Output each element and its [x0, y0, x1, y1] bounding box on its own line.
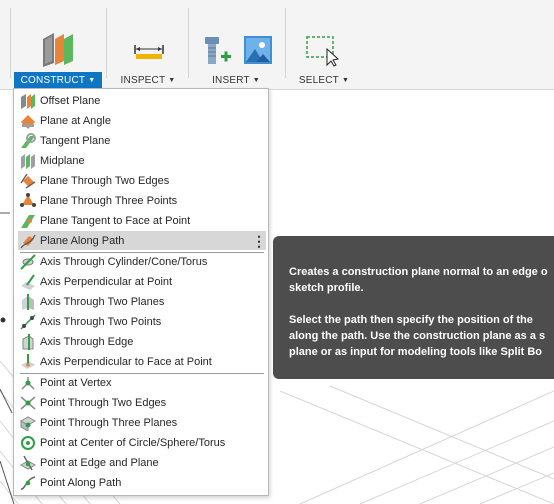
plane-tangent-face-icon	[21, 214, 35, 228]
menu-item-tangent-plane[interactable]: Tangent Plane	[18, 131, 266, 150]
plane-three-points-icon	[20, 192, 36, 207]
tooltip-plane-along-path: Creates a construction plane normal to a…	[273, 236, 554, 379]
plane-along-path-icon	[20, 234, 36, 248]
tooltip-text: Creates a construction plane normal to a…	[289, 266, 548, 278]
axis-edge-icon	[22, 333, 34, 350]
menu-item-axis-perpendicular-point[interactable]: Axis Perpendicular at Point	[18, 272, 266, 291]
insert-menu-button[interactable]: INSERT ▼	[200, 72, 272, 88]
menu-item-label: Axis Perpendicular at Point	[40, 275, 173, 288]
point-along-path-icon	[20, 475, 36, 490]
menu-item-label: Axis Through Two Planes	[40, 295, 165, 308]
toolbar-separator	[285, 8, 286, 78]
menu-item-label: Point at Edge and Plane	[40, 456, 159, 469]
menu-item-label: Tangent Plane	[40, 134, 111, 147]
point-three-planes-icon	[20, 415, 36, 431]
tooltip-text: along the path. Use the construction pla…	[289, 330, 546, 342]
point-edge-plane-icon	[20, 455, 36, 470]
measure-icon[interactable]	[133, 42, 165, 60]
axis-perpendicular-point-icon	[21, 273, 35, 290]
menu-item-axis-perpendicular-face[interactable]: Axis Perpendicular to Face at Point	[18, 352, 266, 371]
toolbar-separator	[10, 8, 11, 78]
construct-offset-plane-icon[interactable]	[40, 31, 76, 67]
axis-cylinder-icon	[20, 253, 36, 270]
insert-image-icon[interactable]	[243, 35, 273, 65]
tooltip-text: plane or as input for modeling tools lik…	[289, 346, 543, 358]
more-options-icon[interactable]: ⋮	[252, 234, 266, 248]
insert-mesh-icon[interactable]	[202, 35, 232, 67]
menu-item-axis-cylinder[interactable]: Axis Through Cylinder/Cone/Torus	[18, 252, 266, 271]
menu-item-plane-two-edges[interactable]: Plane Through Two Edges	[18, 171, 266, 190]
menu-item-label: Point Through Three Planes	[40, 416, 178, 429]
toolbar-separator	[106, 8, 107, 78]
menu-item-point-center[interactable]: Point at Center of Circle/Sphere/Torus	[18, 433, 266, 452]
toolbar-separator	[188, 8, 189, 78]
menu-item-label: Midplane	[40, 154, 85, 167]
menu-item-label: Axis Through Cylinder/Cone/Torus	[40, 255, 208, 268]
menu-item-label: Plane Along Path	[40, 234, 125, 247]
axis-two-planes-icon	[22, 293, 34, 310]
menu-item-axis-two-points[interactable]: Axis Through Two Points	[18, 312, 266, 331]
menu-item-label: Axis Through Two Points	[40, 315, 162, 328]
midplane-icon	[21, 153, 35, 169]
axis-perpendicular-face-icon	[21, 353, 35, 369]
plane-two-edges-icon	[20, 173, 36, 189]
menu-item-label: Plane Through Two Edges	[40, 174, 170, 187]
select-menu-button[interactable]: SELECT ▼	[288, 72, 360, 88]
point-vertex-icon	[21, 376, 35, 390]
tooltip-text: sketch profile.	[289, 282, 364, 294]
menu-item-point-edge-plane[interactable]: Point at Edge and Plane	[18, 453, 266, 472]
menu-item-label: Plane Tangent to Face at Point	[40, 214, 191, 227]
menu-item-label: Offset Plane	[40, 94, 101, 107]
menu-item-plane-at-angle[interactable]: Plane at Angle	[18, 111, 266, 130]
menu-item-plane-three-points[interactable]: Plane Through Three Points	[18, 191, 266, 210]
menu-item-point-vertex[interactable]: Point at Vertex	[18, 373, 266, 392]
point-two-edges-icon	[20, 395, 36, 410]
menu-item-label: Point at Vertex	[40, 376, 112, 389]
tooltip-text: Select the path then specify the positio…	[289, 314, 533, 326]
inspect-menu-button[interactable]: INSPECT ▼	[112, 72, 184, 88]
menu-item-label: Point Along Path	[40, 476, 122, 489]
construct-dropdown-menu: Offset Plane Plane at Angle Tangent Plan…	[13, 88, 269, 496]
menu-item-label: Axis Through Edge	[40, 335, 134, 348]
sketch-point	[0, 317, 6, 323]
menu-item-label: Plane at Angle	[40, 114, 111, 127]
menu-item-point-along-path[interactable]: Point Along Path	[18, 473, 266, 492]
menu-item-label: Point at Center of Circle/Sphere/Torus	[40, 436, 226, 449]
menu-item-label: Point Through Two Edges	[40, 396, 167, 409]
menu-item-midplane[interactable]: Midplane	[18, 151, 266, 170]
menu-item-axis-two-planes[interactable]: Axis Through Two Planes	[18, 292, 266, 311]
menu-item-plane-along-path[interactable]: Plane Along Path ⋮	[18, 231, 266, 250]
toolbar: CONSTRUCT ▼ INSPECT ▼ INSERT ▼ SELECT ▼	[0, 0, 554, 90]
menu-item-label: Axis Perpendicular to Face at Point	[40, 355, 212, 368]
menu-item-point-two-edges[interactable]: Point Through Two Edges	[18, 393, 266, 412]
construct-menu-button[interactable]: CONSTRUCT ▼	[14, 72, 102, 88]
axis-two-points-icon	[20, 313, 36, 330]
menu-item-offset-plane[interactable]: Offset Plane	[18, 91, 266, 110]
menu-item-axis-edge[interactable]: Axis Through Edge	[18, 332, 266, 351]
select-window-icon[interactable]	[305, 35, 341, 67]
menu-item-label: Plane Through Three Points	[40, 194, 178, 207]
menu-item-plane-tangent-face[interactable]: Plane Tangent to Face at Point	[18, 211, 266, 230]
plane-at-angle-icon	[21, 114, 35, 129]
point-center-icon	[21, 435, 35, 450]
menu-item-point-three-planes[interactable]: Point Through Three Planes	[18, 413, 266, 432]
offset-plane-icon	[21, 93, 35, 109]
tangent-plane-icon	[21, 132, 36, 148]
